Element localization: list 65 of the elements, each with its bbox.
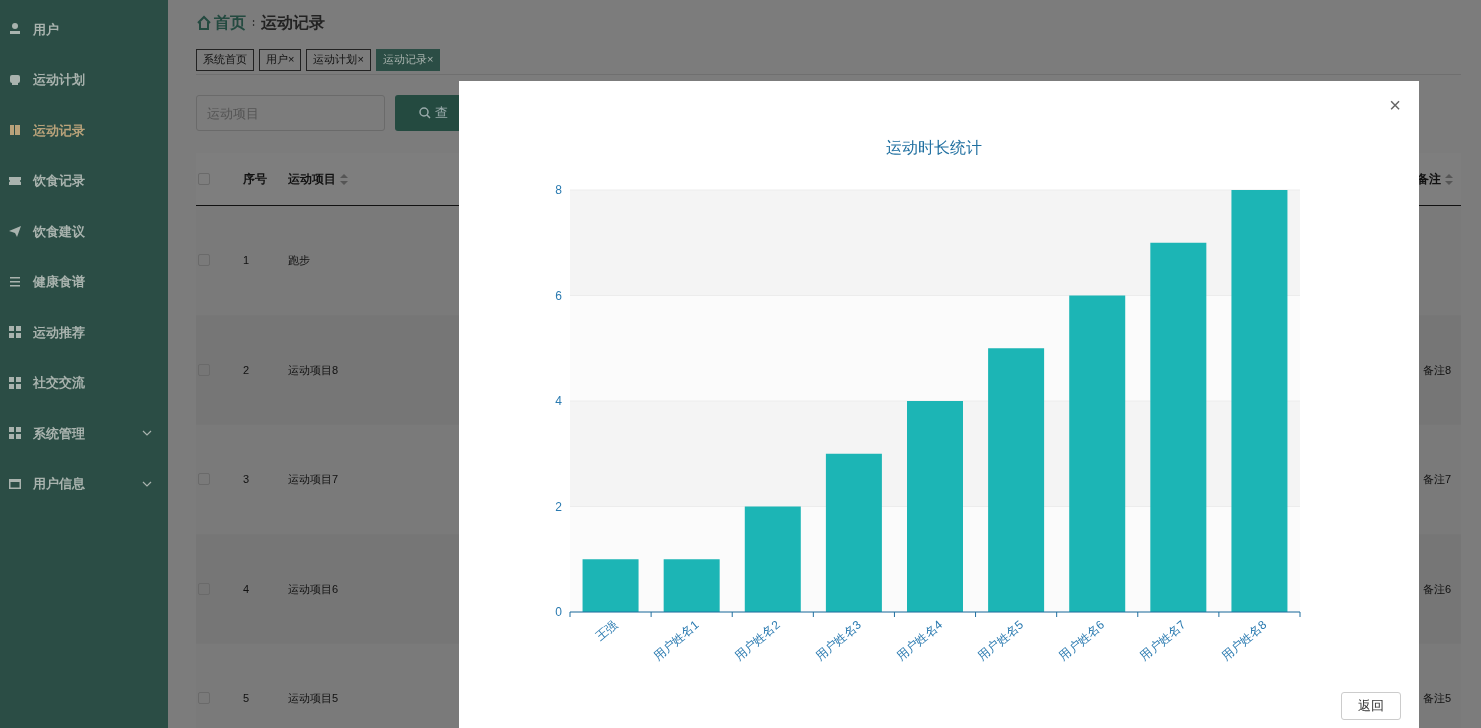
grid-icon (8, 375, 22, 390)
axis-category-label: 用户姓名2 (731, 617, 783, 664)
sidebar-item[interactable]: 运动推荐 (0, 307, 168, 358)
search-icon (419, 107, 431, 119)
table-cell-text: 2 (243, 362, 251, 378)
table-cell-text: 运动项目6 (288, 581, 339, 597)
sidebar-item[interactable]: 健康食谱 (0, 256, 168, 307)
sidebar-item[interactable]: 饮食记录 (0, 155, 168, 206)
grid-icon (8, 325, 22, 340)
sidebar-item[interactable]: 运动计划 (0, 54, 168, 105)
sidebar-item[interactable]: 用户 (0, 4, 168, 55)
book-icon (8, 123, 22, 138)
table-cell-text: 运动项目8 (288, 362, 339, 378)
grid-icon (8, 426, 22, 441)
axis-tick-label: 0 (555, 605, 562, 619)
axis-category-label: 用户姓名8 (1218, 617, 1270, 664)
table-cell-text: 运动项目7 (288, 472, 339, 487)
axis-category-label: 用户姓名6 (1056, 617, 1108, 664)
sort-icon[interactable] (1445, 173, 1453, 185)
axis-category-label: 用户姓名3 (812, 617, 864, 664)
axis-category-label: 用户姓名5 (975, 617, 1027, 664)
breadcrumb-home-link[interactable]: 首页 (196, 10, 246, 35)
sidebar-item[interactable]: 运动记录 (0, 105, 168, 156)
sidebar-item[interactable]: 饮食建议 (0, 206, 168, 257)
tab[interactable]: 用户× (259, 48, 302, 71)
table-cell-text: 3 (243, 472, 251, 487)
user-icon (8, 22, 22, 37)
sidebar-item[interactable]: 社交交流 (0, 357, 168, 408)
tab[interactable]: 运动记录× (375, 48, 441, 71)
bar (582, 559, 639, 612)
axis-category-label: 王强 (593, 617, 621, 644)
table-cell-text: 备注5 (1422, 691, 1451, 706)
tab[interactable]: 运动计划× (306, 48, 371, 71)
sidebar-item[interactable]: 用户信息 (0, 458, 168, 509)
chart-title: 运动时长统计 (886, 139, 982, 156)
table-cell-text: 1 (243, 253, 251, 268)
table-cell-text: 备注8 (1422, 362, 1451, 378)
column-header: 序号 (243, 171, 268, 188)
axis-category-label: 用户姓名4 (894, 617, 945, 664)
column-header[interactable]: 运动项目 (288, 170, 348, 188)
breadcrumb-current: 运动记录 (261, 12, 325, 33)
list-icon (8, 274, 22, 289)
axis-tick-label: 4 (555, 394, 562, 408)
window-icon (8, 476, 22, 491)
axis-category-label: 用户姓名1 (650, 617, 702, 664)
back-button[interactable]: 返回 (1341, 692, 1401, 720)
paper-plane-icon (8, 224, 22, 239)
table-cell-text: 备注6 (1422, 581, 1451, 597)
table-cell-text: 5 (243, 691, 251, 706)
bar (663, 559, 720, 612)
home-icon (196, 14, 212, 31)
table-cell-text: 4 (243, 581, 251, 597)
breadcrumb-separator: ∶ (252, 14, 255, 32)
tab[interactable]: 系统首页 (196, 48, 254, 71)
close-button[interactable]: × (1389, 95, 1401, 115)
card-icon (8, 72, 22, 87)
table-cell-text: 备注7 (1422, 472, 1451, 487)
table-cell-text: 跑步 (288, 253, 310, 268)
sidebar-item[interactable]: 系统管理 (0, 408, 168, 459)
axis-tick-label: 2 (555, 499, 562, 514)
axis-tick-label: 6 (555, 288, 562, 303)
axis-category-label: 用户姓名7 (1137, 617, 1189, 664)
sort-icon[interactable] (340, 173, 348, 185)
axis-tick-label: 8 (555, 183, 562, 197)
table-cell-text: 运动项目5 (288, 691, 339, 706)
